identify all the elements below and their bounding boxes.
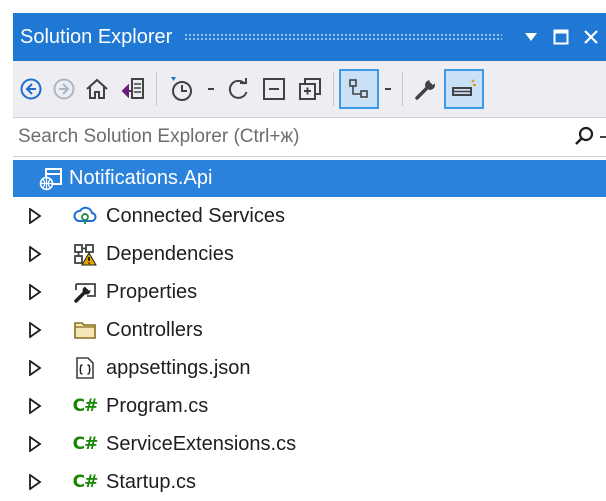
search-button[interactable] bbox=[566, 122, 606, 152]
forward-arrow-icon bbox=[53, 78, 75, 100]
collapse-all-button[interactable] bbox=[256, 69, 292, 109]
tree-item-program-cs[interactable]: C# Program.cs bbox=[13, 387, 606, 425]
preview-icon bbox=[452, 79, 476, 96]
tree-item-label: Controllers bbox=[106, 318, 203, 341]
preview-selected-button[interactable] bbox=[339, 69, 379, 109]
switch-views-button[interactable] bbox=[115, 69, 151, 109]
expand-arrow-icon bbox=[29, 474, 42, 490]
window-position-dropdown-button[interactable] bbox=[516, 17, 546, 57]
expand-arrow-icon bbox=[29, 436, 42, 452]
tree-item-connected-services[interactable]: Connected Services bbox=[13, 197, 606, 235]
dependencies-warning-icon bbox=[73, 242, 97, 266]
tree-item-controllers[interactable]: Controllers bbox=[13, 311, 606, 349]
csharp-icon: C# bbox=[72, 472, 99, 492]
search-input[interactable]: Search Solution Explorer (Ctrl+ж) bbox=[13, 126, 566, 148]
wrench-icon bbox=[415, 78, 436, 100]
properties-icon bbox=[73, 280, 97, 304]
expand-arrow-icon bbox=[29, 246, 42, 262]
dropdown-arrow-icon bbox=[525, 33, 537, 41]
switch-views-icon bbox=[121, 78, 144, 99]
expand-arrow-icon bbox=[29, 322, 42, 338]
toolbar-separator bbox=[156, 72, 157, 106]
web-project-icon bbox=[39, 167, 63, 191]
home-icon bbox=[86, 78, 108, 99]
tree-item-appsettings[interactable]: appsettings.json bbox=[13, 349, 606, 387]
search-icon bbox=[575, 126, 594, 145]
search-options-icon bbox=[600, 136, 606, 138]
tree-item-label: Properties bbox=[106, 280, 198, 303]
csharp-icon: C# bbox=[72, 434, 99, 454]
csharp-icon: C# bbox=[72, 396, 99, 416]
maximize-icon bbox=[553, 29, 569, 45]
window-title: Solution Explorer bbox=[20, 25, 173, 48]
tree-item-label: appsettings.json bbox=[106, 356, 251, 379]
tree-item-dependencies[interactable]: Dependencies bbox=[13, 235, 606, 273]
expand-arrow-icon bbox=[29, 398, 42, 414]
expand-arrow-icon bbox=[29, 208, 42, 224]
expand-arrow-icon bbox=[29, 360, 42, 376]
expand-arrow-icon bbox=[29, 284, 42, 300]
filter-dropdown-button[interactable] bbox=[202, 69, 220, 109]
hierarchy-icon bbox=[349, 79, 368, 98]
tree-item-startup-cs[interactable]: C# Startup.cs bbox=[13, 463, 606, 501]
toolbar-separator bbox=[402, 72, 403, 106]
sync-icon bbox=[228, 78, 248, 99]
tree-item-properties[interactable]: Properties bbox=[13, 273, 606, 311]
forward-button[interactable] bbox=[49, 69, 79, 109]
tree-item-label: ServiceExtensions.cs bbox=[106, 432, 297, 455]
back-button[interactable] bbox=[13, 69, 49, 109]
tree-root-project[interactable]: Notifications.Api bbox=[13, 160, 606, 197]
show-all-files-icon bbox=[299, 78, 321, 100]
tree-item-label: Program.cs bbox=[106, 394, 209, 417]
show-all-files-button[interactable] bbox=[292, 69, 328, 109]
collapse-all-icon bbox=[263, 78, 285, 100]
tree-item-label: Startup.cs bbox=[106, 470, 197, 493]
properties-button[interactable] bbox=[408, 69, 444, 109]
tree-item-serviceextensions-cs[interactable]: C# ServiceExtensions.cs bbox=[13, 425, 606, 463]
back-arrow-icon bbox=[20, 78, 42, 100]
clock-filter-icon bbox=[171, 77, 192, 101]
maximize-button[interactable] bbox=[546, 17, 576, 57]
dropdown-dash-icon bbox=[385, 88, 391, 90]
tree-item-label: Connected Services bbox=[106, 204, 285, 227]
connected-services-icon bbox=[73, 204, 97, 228]
solution-tree: Notifications.Api Connected Services Dep… bbox=[13, 160, 606, 501]
json-file-icon bbox=[73, 356, 97, 380]
dropdown-dash-icon bbox=[208, 88, 214, 90]
folder-icon bbox=[73, 318, 97, 342]
project-label: Notifications.Api bbox=[69, 167, 213, 189]
sync-button[interactable] bbox=[220, 69, 256, 109]
search-box[interactable]: Search Solution Explorer (Ctrl+ж) bbox=[13, 117, 606, 157]
tree-item-label: Dependencies bbox=[106, 242, 234, 265]
pending-changes-filter-button[interactable] bbox=[162, 69, 202, 109]
close-icon bbox=[584, 30, 598, 44]
home-button[interactable] bbox=[79, 69, 115, 109]
drag-grip[interactable] bbox=[184, 32, 502, 42]
close-button[interactable] bbox=[576, 17, 606, 57]
toolbar-separator bbox=[333, 72, 334, 106]
preview-toggle-button[interactable] bbox=[444, 69, 484, 109]
toolbar bbox=[13, 61, 606, 117]
title-bar: Solution Explorer bbox=[13, 13, 606, 61]
view-dropdown-button[interactable] bbox=[379, 69, 397, 109]
